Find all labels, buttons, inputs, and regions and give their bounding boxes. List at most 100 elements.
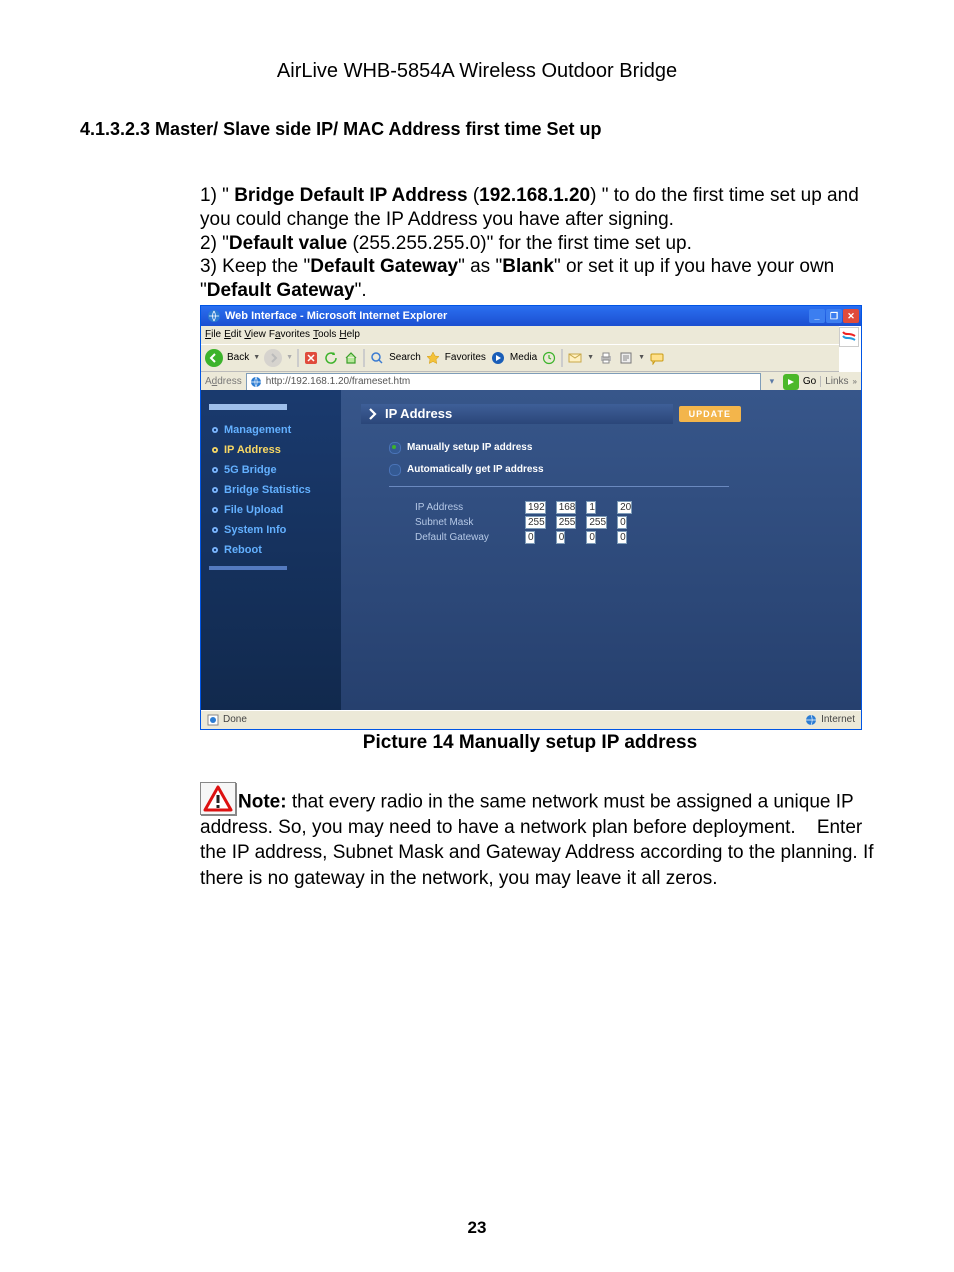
bold-span: Bridge Default IP Address bbox=[234, 185, 467, 206]
page-icon bbox=[249, 375, 263, 389]
body-text-span: " as " bbox=[458, 256, 502, 277]
menu-favorites[interactable]: Favorites bbox=[269, 329, 310, 340]
bullet-icon bbox=[211, 446, 219, 454]
sidebar-item-label: File Upload bbox=[224, 504, 283, 516]
window-close-button[interactable]: ✕ bbox=[843, 309, 859, 323]
sidebar-item-file-upload[interactable]: File Upload bbox=[201, 500, 341, 520]
bullet-icon bbox=[211, 466, 219, 474]
doc-title: AirLive WHB-5854A Wireless Outdoor Bridg… bbox=[80, 60, 874, 83]
ip-octet-3[interactable]: 1 bbox=[586, 501, 596, 514]
gw-octet-4[interactable]: 0 bbox=[617, 531, 627, 544]
history-icon[interactable] bbox=[541, 350, 557, 366]
note-label: Note: bbox=[238, 791, 287, 812]
media-label: Media bbox=[510, 352, 537, 363]
links-expand-icon[interactable]: » bbox=[853, 377, 857, 386]
statusbar: Done Internet bbox=[201, 710, 861, 729]
search-label: Search bbox=[389, 352, 421, 363]
address-input[interactable]: http://192.168.1.20/frameset.htm bbox=[246, 373, 761, 391]
discuss-icon[interactable] bbox=[649, 350, 665, 366]
bullet-icon bbox=[211, 526, 219, 534]
internet-zone-icon bbox=[805, 714, 817, 726]
note-text: that every radio in the same network mus… bbox=[200, 791, 874, 889]
bold-span: Default Gateway bbox=[207, 280, 355, 301]
back-button[interactable] bbox=[205, 349, 223, 367]
window-maximize-button[interactable]: ❐ bbox=[826, 309, 842, 323]
ip-octet-2[interactable]: 168 bbox=[556, 501, 577, 514]
window-title: Web Interface - Microsoft Internet Explo… bbox=[225, 310, 447, 322]
radio-icon bbox=[389, 442, 401, 454]
mask-octet-3[interactable]: 255 bbox=[586, 516, 607, 529]
screenshot-window: Web Interface - Microsoft Internet Explo… bbox=[200, 305, 862, 730]
done-icon bbox=[207, 714, 219, 726]
main-pane: IP Address UPDATE Manually setup IP addr… bbox=[341, 390, 861, 711]
bold-span: Default Gateway bbox=[310, 256, 458, 277]
ip-octet-4[interactable]: 20 bbox=[617, 501, 632, 514]
bold-span: Default value bbox=[229, 233, 347, 254]
bold-span: Blank bbox=[502, 256, 554, 277]
gateway-label: Default Gateway bbox=[415, 531, 523, 544]
sidebar-item-management[interactable]: Management bbox=[201, 420, 341, 440]
back-label: Back bbox=[227, 352, 249, 363]
body-text-span: (255.255.255.0)" for the first time set … bbox=[347, 233, 692, 254]
window-minimize-button[interactable]: _ bbox=[809, 309, 825, 323]
bullet-icon bbox=[211, 506, 219, 514]
body-text-span: 3) Keep the " bbox=[200, 256, 310, 277]
menu-file[interactable]: File bbox=[205, 329, 221, 340]
window-titlebar: Web Interface - Microsoft Internet Explo… bbox=[201, 306, 861, 326]
note-block: Note: that every radio in the same netwo… bbox=[200, 782, 874, 892]
body-text-span: ". bbox=[355, 280, 367, 301]
mask-octet-4[interactable]: 0 bbox=[617, 516, 627, 529]
ie-throbber-icon bbox=[839, 327, 859, 347]
print-icon[interactable] bbox=[598, 350, 614, 366]
favorites-icon[interactable] bbox=[425, 350, 441, 366]
favorites-label: Favorites bbox=[445, 352, 486, 363]
address-label: Address bbox=[205, 376, 242, 387]
mail-icon[interactable] bbox=[567, 350, 583, 366]
menu-help[interactable]: Help bbox=[339, 329, 360, 340]
separator bbox=[389, 486, 729, 487]
bullet-icon bbox=[211, 486, 219, 494]
panel-title-text: IP Address bbox=[385, 406, 452, 421]
sidebar-item-ip-address[interactable]: IP Address bbox=[201, 440, 341, 460]
radio-manual[interactable]: Manually setup IP address bbox=[389, 442, 861, 454]
edit-icon[interactable] bbox=[618, 350, 634, 366]
gw-octet-1[interactable]: 0 bbox=[525, 531, 535, 544]
stop-icon[interactable] bbox=[303, 350, 319, 366]
links-label[interactable]: Links bbox=[820, 376, 848, 387]
back-dropdown[interactable]: ▼ bbox=[253, 354, 260, 361]
media-icon[interactable] bbox=[490, 350, 506, 366]
update-button[interactable]: UPDATE bbox=[679, 406, 741, 422]
sidebar-item-5g-bridge[interactable]: 5G Bridge bbox=[201, 460, 341, 480]
address-text: http://192.168.1.20/frameset.htm bbox=[266, 376, 411, 387]
gw-octet-3[interactable]: 0 bbox=[586, 531, 596, 544]
gw-octet-2[interactable]: 0 bbox=[556, 531, 566, 544]
menu-view[interactable]: View bbox=[244, 329, 266, 340]
home-icon[interactable] bbox=[343, 350, 359, 366]
mask-octet-1[interactable]: 255 bbox=[525, 516, 546, 529]
menu-tools[interactable]: Tools bbox=[313, 329, 336, 340]
search-icon[interactable] bbox=[369, 350, 385, 366]
panel-title: IP Address bbox=[361, 404, 673, 424]
forward-button[interactable] bbox=[264, 349, 282, 367]
menu-edit[interactable]: Edit bbox=[224, 329, 241, 340]
bullet-icon bbox=[211, 426, 219, 434]
ip-octet-1[interactable]: 192 bbox=[525, 501, 546, 514]
sidebar-top-bar bbox=[209, 404, 287, 410]
go-button[interactable] bbox=[783, 374, 799, 390]
sidebar-item-label: IP Address bbox=[224, 444, 281, 456]
refresh-icon[interactable] bbox=[323, 350, 339, 366]
status-done: Done bbox=[223, 714, 247, 725]
sidebar-item-label: Management bbox=[224, 424, 291, 436]
forward-dropdown[interactable]: ▼ bbox=[286, 354, 293, 361]
sidebar-item-bridge-statistics[interactable]: Bridge Statistics bbox=[201, 480, 341, 500]
go-label: Go bbox=[803, 376, 816, 387]
edit-dropdown[interactable]: ▼ bbox=[638, 354, 645, 361]
address-dropdown[interactable]: ▾ bbox=[765, 376, 779, 387]
sidebar-item-reboot[interactable]: Reboot bbox=[201, 540, 341, 560]
sidebar-bottom-bar bbox=[209, 566, 287, 570]
mask-octet-2[interactable]: 255 bbox=[556, 516, 577, 529]
mail-dropdown[interactable]: ▼ bbox=[587, 354, 594, 361]
radio-auto[interactable]: Automatically get IP address bbox=[389, 464, 861, 476]
ie-icon bbox=[207, 309, 221, 323]
sidebar-item-system-info[interactable]: System Info bbox=[201, 520, 341, 540]
